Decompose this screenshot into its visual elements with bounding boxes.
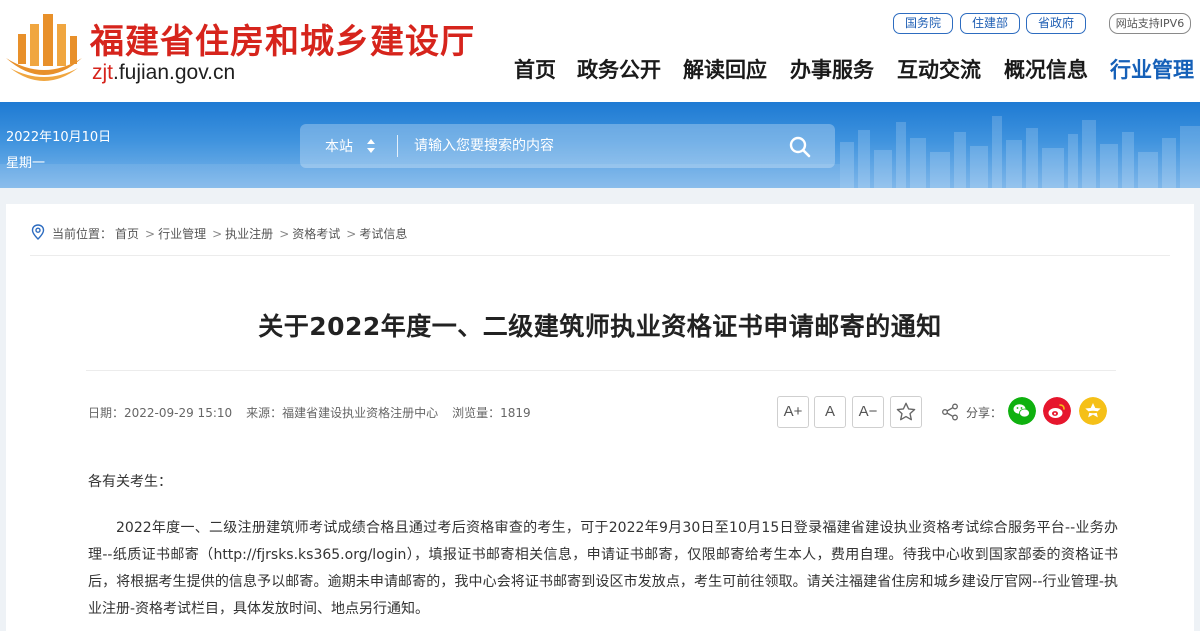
article-title: 关于2022年度一、二级建筑师执业资格证书申请邮寄的通知: [258, 312, 942, 341]
search-icon[interactable]: [788, 135, 812, 159]
star-outline-icon: [896, 402, 916, 421]
current-weekday: 星期一: [6, 156, 46, 171]
article-meta: 日期：2022-09-29 15:10 来源：福建省建设执业资格注册中心 浏览量：1…: [88, 404, 545, 421]
breadcrumb-practice-registration[interactable]: 执业注册: [225, 227, 273, 241]
wechat-icon[interactable]: [1008, 397, 1036, 425]
salutation: 各有关考生：: [88, 474, 172, 490]
breadcrumb-trail: 当前位置： 首页 > 行业管理 > 执业注册 > 资格考试 > 考试信息: [52, 225, 410, 242]
qzone-icon[interactable]: [1079, 397, 1107, 425]
top-link-state-council[interactable]: 国务院: [893, 13, 953, 34]
site-header: 福建省住房和城乡建设厅 zjt.fujian.gov.cn 国务院 住建部 省政…: [0, 0, 1200, 102]
view-count: 浏览量：1819: [452, 406, 531, 420]
breadcrumb-industry-management[interactable]: 行业管理: [158, 227, 206, 241]
nav-interpretation[interactable]: 解读回应: [683, 54, 767, 84]
breadcrumb-home[interactable]: 首页: [115, 227, 139, 241]
search-bar: 本站: [300, 124, 835, 168]
breadcrumb-exam-info[interactable]: 考试信息: [359, 227, 407, 241]
search-input[interactable]: [414, 135, 774, 157]
weibo-icon[interactable]: [1043, 397, 1071, 425]
breadcrumb-separator: >: [212, 227, 223, 241]
nav-interaction[interactable]: 互动交流: [897, 54, 981, 84]
search-scope-select[interactable]: 本站: [325, 136, 353, 156]
location-pin-icon: [31, 224, 45, 240]
breadcrumb-qualification-exam[interactable]: 资格考试: [292, 227, 340, 241]
article-body: 2022年度一、二级注册建筑师考试成绩合格且通过考后资格审查的考生，可于2022…: [88, 520, 1118, 617]
nav-gov-affairs[interactable]: 政务公开: [577, 54, 661, 84]
search-divider: [397, 135, 398, 157]
nav-home[interactable]: 首页: [514, 54, 556, 84]
top-link-mohurd[interactable]: 住建部: [960, 13, 1020, 34]
font-smaller-button[interactable]: A−: [852, 396, 884, 428]
nav-overview[interactable]: 概况信息: [1004, 54, 1088, 84]
current-date: 2022年10月10日: [6, 130, 112, 145]
share-icon: [942, 403, 958, 421]
breadcrumb-label: 当前位置：: [52, 227, 113, 241]
breadcrumb-separator: >: [279, 227, 290, 241]
divider: [86, 370, 1116, 371]
share-label: 分享：: [966, 406, 1003, 420]
ipv6-badge: 网站支持IPV6: [1109, 13, 1191, 34]
updown-arrows-icon[interactable]: [366, 138, 376, 154]
top-links: 国务院 住建部 省政府 网站支持IPV6: [0, 13, 1200, 35]
article-source: 来源：福建省建设执业资格注册中心: [246, 406, 439, 420]
nav-industry-management[interactable]: 行业管理: [1110, 54, 1194, 84]
font-normal-button[interactable]: A: [814, 396, 846, 428]
favorite-button[interactable]: [890, 396, 922, 428]
banner: 2022年10月10日 星期一 本站: [0, 102, 1200, 188]
breadcrumb-separator: >: [346, 227, 357, 241]
breadcrumb-separator: >: [145, 227, 156, 241]
nav-services[interactable]: 办事服务: [790, 54, 874, 84]
article-card: 当前位置： 首页 > 行业管理 > 执业注册 > 资格考试 > 考试信息 关于2022年度一、二级…: [6, 204, 1194, 631]
divider: [30, 255, 1170, 256]
top-link-provincial-gov[interactable]: 省政府: [1026, 13, 1086, 34]
main-nav: 首页 政务公开 解读回应 办事服务 互动交流 概况信息 行业管理: [0, 54, 1200, 84]
publish-date: 日期：2022-09-29 15:10: [88, 406, 233, 420]
font-larger-button[interactable]: A+: [777, 396, 809, 428]
